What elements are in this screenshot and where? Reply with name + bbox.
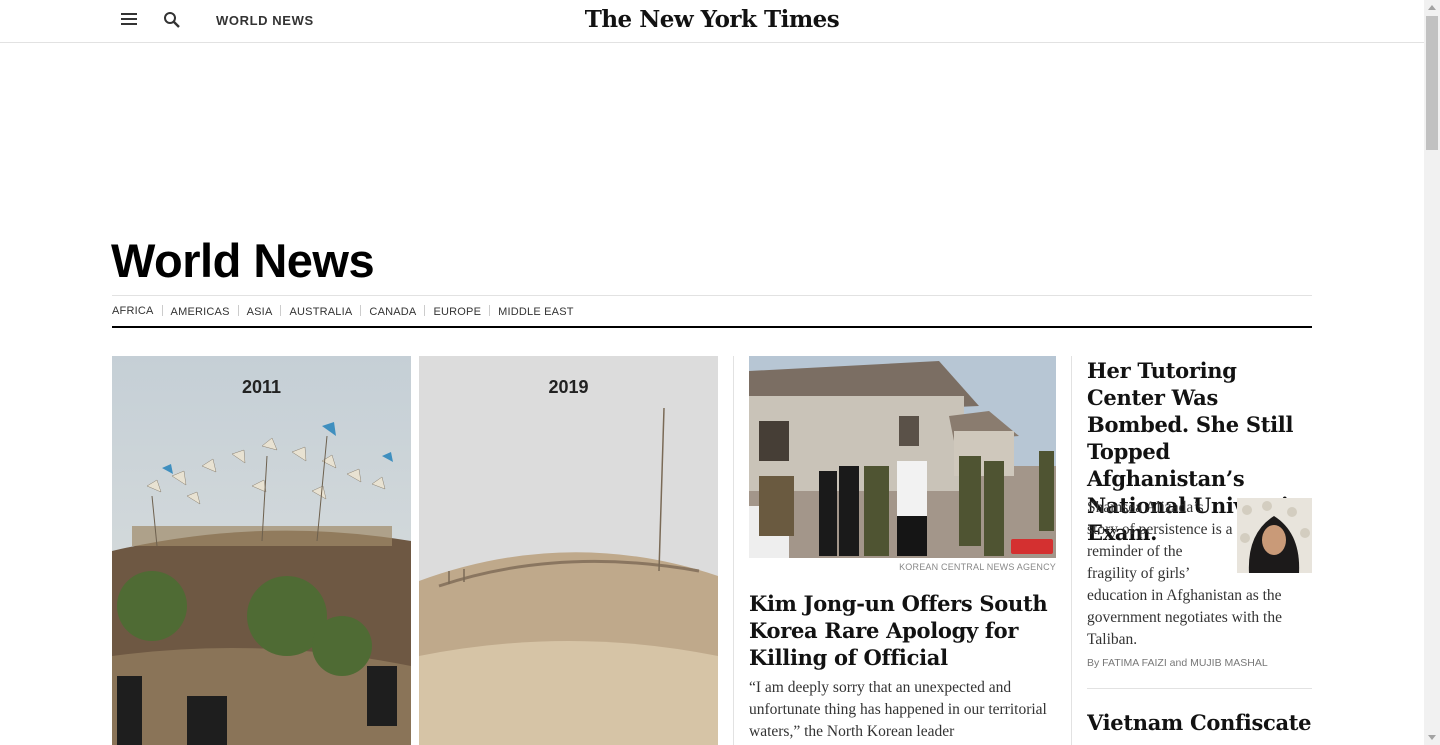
- story-divider: [1087, 688, 1312, 689]
- tutoring-byline: By FATIMA FAIZI and MUJIB MASHAL: [1087, 657, 1268, 669]
- lead-photo-2019[interactable]: 2019: [419, 356, 718, 745]
- nyt-logo[interactable]: The New York Times: [560, 6, 864, 33]
- portrait-image: [1237, 498, 1312, 573]
- scroll-up-icon[interactable]: [1428, 5, 1436, 10]
- kim-visit-image: [749, 356, 1056, 558]
- tutoring-summary-part2: education in Afghanistan as the governme…: [1087, 587, 1282, 648]
- top-bar: WORLD NEWS The New York Times: [0, 0, 1424, 43]
- subnav-item-canada[interactable]: CANADA: [352, 305, 416, 318]
- kim-story-photo[interactable]: [749, 356, 1056, 558]
- subnav-item-americas[interactable]: AMERICAS: [154, 305, 230, 318]
- page-scrollbar[interactable]: [1424, 0, 1440, 745]
- subnav-item-asia[interactable]: ASIA: [230, 305, 273, 318]
- vietnam-headline[interactable]: Vietnam Confiscates Over 300,000 Rounded: [1087, 709, 1312, 736]
- tutoring-story-photo[interactable]: [1237, 498, 1312, 573]
- shrine-2019-image: 2019: [419, 356, 718, 745]
- search-icon[interactable]: [163, 11, 181, 29]
- year-label-right: 2019: [548, 377, 588, 397]
- year-label-left: 2011: [242, 377, 281, 397]
- lead-photo-2011[interactable]: 2011: [112, 356, 411, 745]
- kim-headline[interactable]: Kim Jong-un Offers South Korea Rare Apol…: [749, 590, 1059, 671]
- scroll-thumb[interactable]: [1426, 16, 1438, 150]
- photo-credit: KOREAN CENTRAL NEWS AGENCY: [899, 562, 1056, 572]
- column-divider: [733, 356, 734, 745]
- column-divider: [1071, 356, 1072, 745]
- page-title: World News: [111, 234, 375, 287]
- menu-icon[interactable]: [121, 13, 137, 27]
- shrine-2011-image: 2011: [112, 356, 411, 745]
- subnav-item-europe[interactable]: EUROPE: [416, 305, 481, 318]
- kim-summary: “I am deeply sorry that an unexpected an…: [749, 679, 1047, 740]
- subnav-item-middle-east[interactable]: MIDDLE EAST: [481, 305, 574, 318]
- section-name-link[interactable]: WORLD NEWS: [216, 13, 314, 28]
- tutoring-summary-part1: Shamsea Alizada’s story of persistence i…: [1087, 499, 1233, 582]
- subnav-item-australia[interactable]: AUSTRALIA: [272, 305, 352, 318]
- subnav-item-africa[interactable]: AFRICA: [112, 305, 154, 317]
- scroll-down-icon[interactable]: [1428, 735, 1436, 740]
- section-subnav: AFRICA AMERICAS ASIA AUSTRALIA CANADA EU…: [112, 295, 1312, 328]
